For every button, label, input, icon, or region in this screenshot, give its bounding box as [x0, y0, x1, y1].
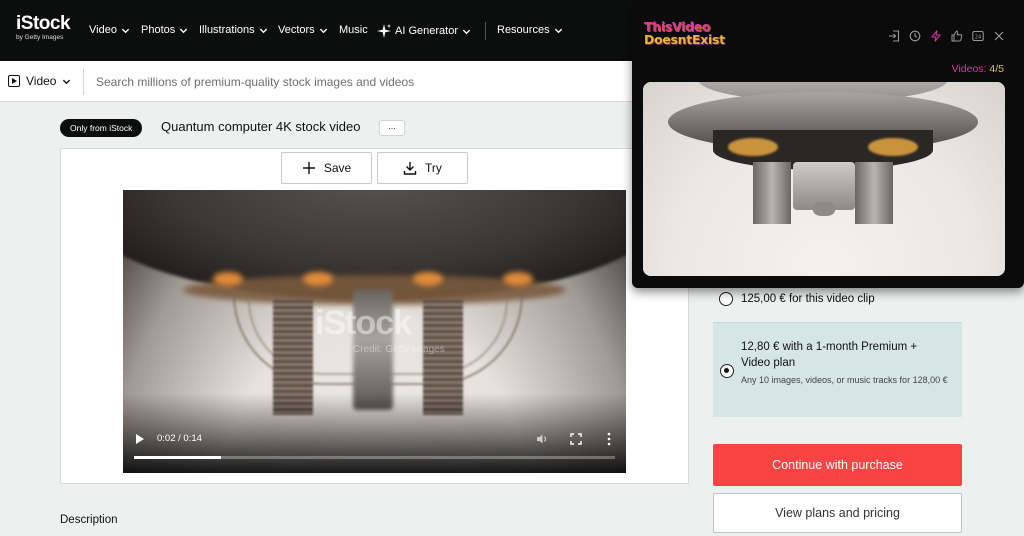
watermark-credit: Credit: Getty Images: [353, 344, 445, 355]
exclusive-badge: Only from iStock: [60, 119, 143, 137]
option-premium-plan[interactable]: 12,80 € with a 1-month Premium + Video p…: [713, 322, 962, 417]
video-counter-label: Videos:: [951, 63, 987, 75]
search-divider: [83, 69, 84, 95]
24h-icon[interactable]: 24: [972, 30, 984, 42]
logo-subtext: by Getty Images: [16, 34, 64, 41]
save-button[interactable]: Save: [281, 152, 372, 184]
more-options-icon[interactable]: [606, 432, 612, 446]
continue-purchase-button[interactable]: Continue with purchase: [713, 444, 962, 486]
option-premium-sub: Any 10 images, videos, or music tracks f…: [741, 375, 948, 385]
history-icon[interactable]: [909, 30, 921, 42]
chevron-down-icon: [121, 28, 130, 33]
chevron-down-icon: [319, 28, 327, 33]
nav-resources[interactable]: Resources: [497, 24, 563, 36]
media-type-dropdown[interactable]: Video: [8, 74, 71, 88]
option-single-clip-radio[interactable]: [719, 292, 733, 306]
play-icon[interactable]: [136, 434, 144, 444]
video-progress-bar[interactable]: [134, 456, 615, 459]
option-premium-radio[interactable]: [720, 364, 734, 378]
nav-music[interactable]: Music: [339, 24, 368, 36]
nav-ai-generator[interactable]: AI Generator: [377, 24, 471, 38]
nav-illustrations-label: Illustrations: [199, 24, 255, 36]
volume-icon[interactable]: [536, 433, 548, 445]
nav-vectors[interactable]: Vectors: [278, 24, 328, 36]
istock-logo[interactable]: iStock by Getty Images: [16, 13, 71, 41]
try-label: Try: [425, 161, 442, 175]
thumbs-up-icon[interactable]: [951, 30, 963, 42]
download-icon: [403, 162, 417, 175]
chevron-down-icon: [259, 28, 267, 33]
media-type-label: Video: [26, 74, 57, 88]
nav-vectors-label: Vectors: [278, 24, 315, 36]
description-heading: Description: [60, 514, 118, 526]
try-button[interactable]: Try: [377, 152, 468, 184]
nav-photos-label: Photos: [141, 24, 176, 36]
fullscreen-icon[interactable]: [570, 433, 582, 445]
view-plans-button[interactable]: View plans and pricing: [713, 493, 962, 533]
plus-icon: [302, 162, 315, 174]
more-button[interactable]: ...: [379, 120, 405, 136]
page-title: Quantum computer 4K stock video: [161, 119, 361, 134]
video-icon: [8, 75, 20, 87]
option-premium-label: 12,80 € with a 1-month Premium + Video p…: [741, 341, 918, 369]
nav-video-label: Video: [89, 24, 117, 36]
nav-photos[interactable]: Photos: [141, 24, 188, 36]
nav-music-label: Music: [339, 24, 368, 36]
watermark: iStock: [315, 304, 412, 342]
svg-text:24: 24: [975, 34, 981, 40]
video-counter-value: 4/5: [989, 63, 1004, 75]
login-icon[interactable]: [888, 30, 900, 42]
logo-text: iStock: [16, 13, 71, 34]
nav-illustrations[interactable]: Illustrations: [199, 24, 268, 36]
video-player[interactable]: iStock Credit: Getty Images 0:02 / 0:14: [123, 190, 626, 473]
lightning-icon[interactable]: [930, 30, 942, 42]
save-label: Save: [323, 161, 352, 175]
video-time: 0:02 / 0:14: [157, 433, 202, 444]
extension-video-preview[interactable]: [643, 82, 1005, 276]
nav-resources-label: Resources: [497, 24, 550, 36]
nav-divider: [485, 22, 486, 40]
extension-popup: ThisVideo DoesntExist 24 Videos: 4/5: [632, 0, 1024, 288]
nav-video[interactable]: Video: [89, 24, 130, 36]
search-input[interactable]: [96, 71, 626, 93]
extension-logo: ThisVideo DoesntExist: [644, 20, 725, 46]
chevron-down-icon: [180, 28, 188, 33]
video-counter: Videos: 4/5: [952, 63, 1004, 75]
close-icon[interactable]: [993, 30, 1005, 42]
option-single-clip-label: 125,00 € for this video clip: [741, 293, 875, 305]
sparkle-icon: [377, 24, 391, 38]
chevron-down-icon: [554, 28, 562, 33]
extension-logo-line2: DoesntExist: [644, 32, 725, 47]
nav-ai-generator-label: AI Generator: [395, 25, 458, 37]
chevron-down-icon: [63, 79, 71, 84]
video-progress-fill: [134, 456, 221, 459]
chevron-down-icon: [462, 29, 471, 34]
